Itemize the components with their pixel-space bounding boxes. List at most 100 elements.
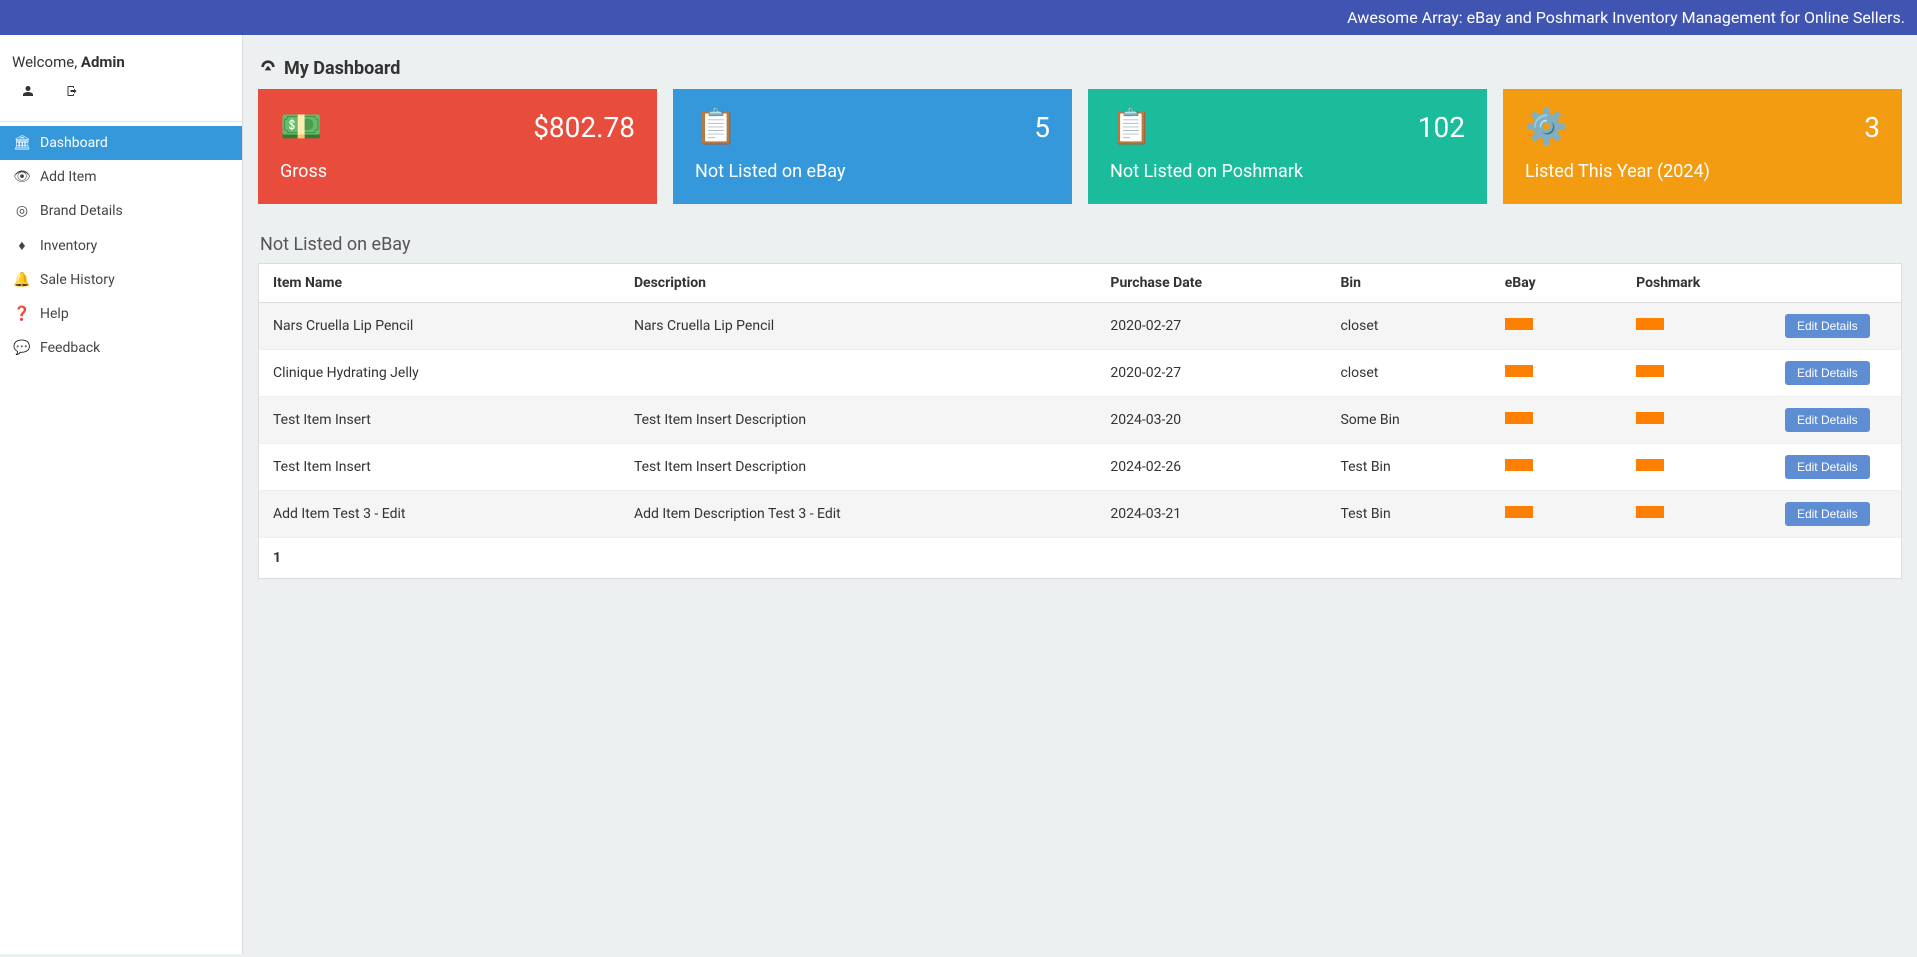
cell-item: Nars Cruella Lip Pencil [259, 303, 620, 350]
stat-card-1[interactable]: 📋5Not Listed on eBay [673, 89, 1072, 204]
card-value: $802.78 [533, 111, 635, 144]
help-icon: ❓ [14, 306, 30, 322]
status-badge [1505, 365, 1533, 377]
dashboard-icon [260, 59, 276, 79]
th-edit [1754, 264, 1902, 303]
card-label: Gross [280, 161, 635, 182]
user-actions [0, 79, 242, 115]
cell-date: 2024-02-26 [1096, 444, 1326, 491]
cell-posh [1622, 444, 1753, 491]
page-number[interactable]: 1 [273, 550, 281, 566]
cell-desc: Nars Cruella Lip Pencil [620, 303, 1096, 350]
edit-details-button[interactable]: Edit Details [1785, 361, 1870, 385]
cell-edit: Edit Details [1754, 397, 1902, 444]
stat-card-3[interactable]: ⚙️ 3 Listed This Year (2024) [1503, 89, 1902, 204]
table-row: Clinique Hydrating Jelly2020-02-27closet… [259, 350, 1902, 397]
cell-desc: Test Item Insert Description [620, 444, 1096, 491]
card-value: 102 [1418, 111, 1465, 144]
feedback-icon: 💬 [14, 340, 30, 356]
brand-details-icon: ◎ [14, 203, 30, 219]
cell-bin: closet [1326, 350, 1490, 397]
sidebar-item-inventory[interactable]: ♦Inventory [0, 228, 242, 263]
sidebar-nav: 🏛 Dashboard 👁 Add Item ◎ Brand Details ♦Invent… [0, 126, 242, 365]
cell-bin: Test Bin [1326, 491, 1490, 538]
table-row: Add Item Test 3 - EditAdd Item Descripti… [259, 491, 1902, 538]
cell-bin: Test Bin [1326, 444, 1490, 491]
cell-ebay [1491, 350, 1622, 397]
th-item[interactable]: Item Name [259, 264, 620, 303]
th-bin[interactable]: Bin [1326, 264, 1490, 303]
th-date[interactable]: Purchase Date [1096, 264, 1326, 303]
sidebar-item-feedback[interactable]: 💬 Feedback [0, 331, 242, 365]
table-row: Test Item InsertTest Item Insert Descrip… [259, 397, 1902, 444]
user-icon[interactable] [22, 85, 34, 101]
sidebar-item-label: Help [40, 306, 69, 322]
cell-desc [620, 350, 1096, 397]
status-badge [1636, 459, 1664, 471]
status-badge [1636, 318, 1664, 330]
card-label: Not Listed on eBay [695, 161, 1050, 182]
sidebar-item-label: Add Item [40, 169, 97, 185]
cell-ebay [1491, 491, 1622, 538]
status-badge [1636, 412, 1664, 424]
add-item-icon: 👁 [14, 169, 30, 185]
dashboard-icon: 🏛 [14, 135, 30, 151]
card-label: Listed This Year (2024) [1525, 161, 1880, 182]
table-row: Test Item InsertTest Item Insert Descrip… [259, 444, 1902, 491]
welcome-prefix: Welcome, [12, 53, 81, 71]
edit-details-button[interactable]: Edit Details [1785, 314, 1870, 338]
cell-item: Test Item Insert [259, 444, 620, 491]
edit-details-button[interactable]: Edit Details [1785, 408, 1870, 432]
section-title: Not Listed on eBay [260, 234, 1902, 255]
cell-posh [1622, 397, 1753, 444]
sidebar-item-label: Dashboard [40, 135, 108, 151]
card-icon: ⚙️ [1525, 107, 1567, 147]
status-badge [1505, 459, 1533, 471]
cell-ebay [1491, 444, 1622, 491]
sidebar-item-brand-details[interactable]: ◎ Brand Details [0, 194, 242, 228]
th-ebay[interactable]: eBay [1491, 264, 1622, 303]
cell-date: 2020-02-27 [1096, 303, 1326, 350]
cell-desc: Test Item Insert Description [620, 397, 1096, 444]
main-content: My Dashboard 💵 $802.78 Gross 📋5Not Listed o… [243, 35, 1917, 954]
th-desc[interactable]: Description [620, 264, 1096, 303]
inventory-icon: ♦ [14, 237, 30, 254]
sidebar-item-dashboard[interactable]: 🏛 Dashboard [0, 126, 242, 160]
card-icon: 📋 [1110, 107, 1152, 147]
cell-desc: Add Item Description Test 3 - Edit [620, 491, 1096, 538]
sidebar-item-add-item[interactable]: 👁 Add Item [0, 160, 242, 194]
table-row: Nars Cruella Lip PencilNars Cruella Lip … [259, 303, 1902, 350]
sidebar-item-help[interactable]: ❓ Help [0, 297, 242, 331]
stat-card-2[interactable]: 📋 102 Not Listed on Poshmark [1088, 89, 1487, 204]
status-badge [1505, 318, 1533, 330]
logout-icon[interactable] [65, 85, 79, 101]
sidebar: Welcome, Admin 🏛 Dashboard 👁 Add Item ◎ Brand… [0, 35, 243, 954]
cell-date: 2024-03-20 [1096, 397, 1326, 444]
sidebar-item-sale-history[interactable]: 🔔Sale History [0, 263, 242, 297]
page-title-text: My Dashboard [284, 58, 400, 79]
status-badge [1505, 412, 1533, 424]
cell-date: 2024-03-21 [1096, 491, 1326, 538]
cell-posh [1622, 491, 1753, 538]
edit-details-button[interactable]: Edit Details [1785, 502, 1870, 526]
sidebar-item-label: Brand Details [40, 203, 123, 219]
cell-edit: Edit Details [1754, 350, 1902, 397]
status-badge [1636, 365, 1664, 377]
card-value: 3 [1864, 111, 1880, 144]
stat-card-0[interactable]: 💵 $802.78 Gross [258, 89, 657, 204]
cell-posh [1622, 350, 1753, 397]
edit-details-button[interactable]: Edit Details [1785, 455, 1870, 479]
card-icon: 💵 [280, 107, 322, 147]
th-posh[interactable]: Poshmark [1622, 264, 1753, 303]
card-label: Not Listed on Poshmark [1110, 161, 1465, 182]
card-icon: 📋 [695, 107, 737, 147]
cell-edit: Edit Details [1754, 303, 1902, 350]
cell-edit: Edit Details [1754, 444, 1902, 491]
status-badge [1636, 506, 1664, 518]
cell-posh [1622, 303, 1753, 350]
sidebar-item-label: Feedback [40, 340, 100, 356]
page-title: My Dashboard [260, 58, 1902, 79]
cell-ebay [1491, 303, 1622, 350]
sidebar-item-label: Sale History [40, 272, 115, 288]
welcome-block: Welcome, Admin [0, 35, 242, 79]
